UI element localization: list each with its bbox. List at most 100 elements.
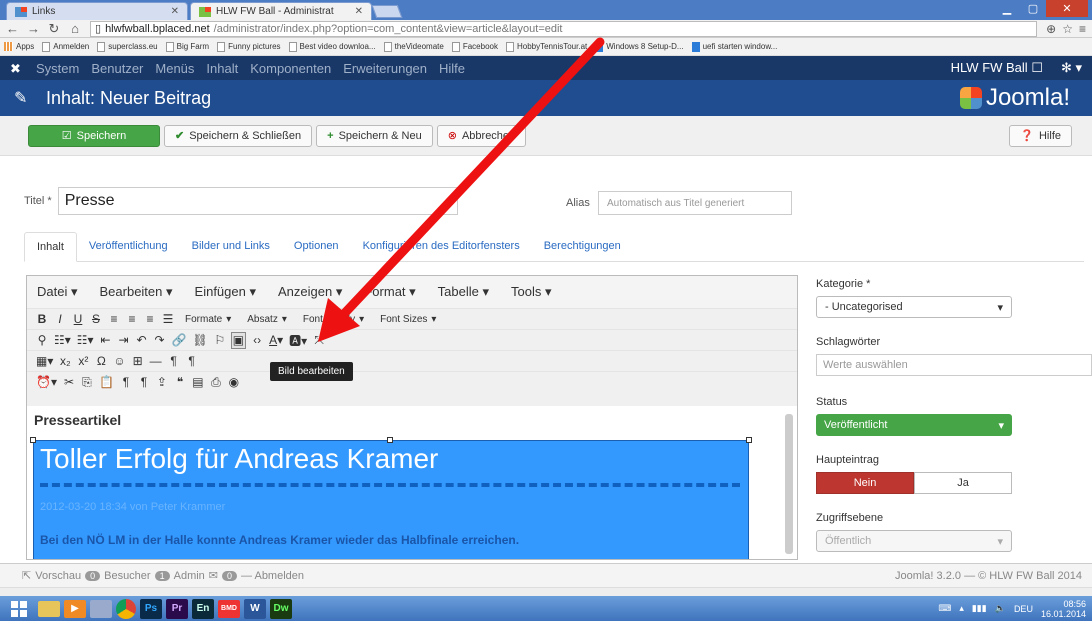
link-icon[interactable]: 🔗 (171, 332, 188, 349)
print-icon[interactable]: ⎙ (209, 374, 223, 391)
tab-images-links[interactable]: Bilder und Links (180, 231, 282, 261)
envelope-icon[interactable]: ✉ (209, 569, 218, 582)
superscript-icon[interactable]: x² (76, 353, 90, 370)
clock[interactable]: 08:56 16.01.2014 (1041, 599, 1086, 619)
bookmark[interactable]: superclass.eu (97, 41, 158, 52)
photoshop-icon[interactable]: Ps (140, 598, 162, 619)
windows-start-icon[interactable] (4, 598, 34, 620)
zoom-icon[interactable]: ⊕ (1046, 22, 1056, 36)
code-icon[interactable]: ‹› (250, 332, 264, 349)
bookmark-apps[interactable]: Apps (4, 42, 34, 51)
bookmark[interactable]: Anmelden (42, 41, 89, 52)
url-input[interactable]: ▯ hlwfwball.bplaced.net/administrator/in… (90, 20, 1038, 37)
bookmark[interactable]: Windows 8 Setup-D... (595, 41, 684, 52)
resize-handle[interactable] (30, 437, 36, 443)
site-link[interactable]: HLW FW Ball ☐ (951, 60, 1043, 76)
chrome-icon[interactable] (116, 598, 136, 619)
datetime-icon[interactable]: ⏰▾ (35, 374, 58, 391)
bookmark[interactable]: HobbyTennisTour.at (505, 41, 587, 52)
fullscreen-icon[interactable]: ⤧ (312, 332, 326, 349)
featured-yes-button[interactable]: Ja (914, 472, 1012, 494)
align-center-icon[interactable]: ≡ (125, 311, 139, 328)
nav-users[interactable]: Benutzer (91, 61, 143, 76)
browser-tab-admin[interactable]: HLW FW Ball - Administrat ✕ (190, 2, 372, 20)
explorer-icon[interactable] (38, 600, 60, 617)
title-input[interactable]: Presse (57, 187, 458, 215)
nav-extensions[interactable]: Erweiterungen (343, 61, 427, 76)
resize-handle[interactable] (387, 437, 393, 443)
preview-link[interactable]: Vorschau (35, 570, 81, 582)
forward-icon[interactable]: → (27, 21, 40, 36)
close-tab-icon[interactable]: ✕ (355, 6, 363, 17)
menu-tools[interactable]: Tools ▾ (511, 284, 552, 300)
unlink-icon[interactable]: ⛓ (192, 332, 209, 349)
text-color-icon[interactable]: A ▾ (268, 332, 284, 349)
bookmark[interactable]: Funny pictures (217, 41, 281, 52)
indent-icon[interactable]: ⇥ (117, 332, 131, 349)
bold-icon[interactable]: B (35, 311, 49, 328)
tags-input[interactable]: Werte auswählen (816, 354, 1092, 376)
save-close-button[interactable]: ✔ Speichern & Schließen (164, 124, 313, 147)
table-icon[interactable]: ▦▾ (35, 353, 54, 370)
menu-view[interactable]: Anzeigen ▾ (278, 284, 342, 300)
close-window-icon[interactable]: ✕ (1046, 0, 1088, 17)
close-tab-icon[interactable]: ✕ (171, 6, 179, 17)
volume-icon[interactable]: 🔈 (995, 603, 1006, 614)
menu-file[interactable]: Datei ▾ (37, 284, 78, 300)
copy-icon[interactable]: ⎘ (80, 374, 94, 391)
selected-content-block[interactable]: Toller Erfolg für Andreas Kramer 2012-03… (33, 440, 749, 559)
alias-input[interactable]: Automatisch aus Titel generiert (598, 191, 792, 215)
blockquote-icon[interactable]: ❝ (173, 374, 187, 391)
media-icon[interactable]: ⊞ (131, 353, 145, 370)
nav-content[interactable]: Inhalt (206, 61, 238, 76)
find-icon[interactable]: ⚲ (35, 332, 49, 349)
editor-content-area[interactable]: Presseartikel Toller Erfolg für Andreas … (27, 406, 797, 559)
encore-icon[interactable]: En (192, 598, 214, 619)
horizontal-scrollbar[interactable] (0, 587, 1092, 596)
anchor-icon[interactable]: ⚐ (213, 332, 227, 349)
bookmark[interactable]: Facebook (451, 41, 498, 52)
menu-table[interactable]: Tabelle ▾ (438, 284, 489, 300)
word-icon[interactable]: W (244, 598, 266, 619)
menu-format[interactable]: Format ▾ (364, 284, 415, 300)
minimize-icon[interactable]: ▁ (994, 0, 1020, 17)
nav-menus[interactable]: Menüs (155, 61, 194, 76)
align-left-icon[interactable]: ≡ (107, 311, 121, 328)
italic-icon[interactable]: I (53, 311, 67, 328)
browser-tab-links[interactable]: Links ✕ (6, 2, 188, 20)
bookmark[interactable]: Big Farm (165, 41, 209, 52)
dreamweaver-icon[interactable]: Dw (270, 598, 292, 619)
bookmark[interactable]: theVideomate (383, 41, 444, 52)
font-size-select[interactable]: Font Sizes ▾ (374, 311, 442, 328)
bmd-icon[interactable]: BMD (218, 599, 240, 618)
formats-select[interactable]: Formate ▾ (179, 311, 237, 328)
reload-icon[interactable]: ↻ (48, 21, 60, 37)
nav-components[interactable]: Komponenten (250, 61, 331, 76)
pilcrow-icon[interactable]: ¶ (119, 374, 133, 391)
category-select[interactable]: - Uncategorised ▾ (816, 296, 1012, 318)
horizontal-rule-icon[interactable]: — (149, 353, 163, 370)
keyboard-icon[interactable]: ⌨ (938, 603, 951, 614)
rtl-icon[interactable]: ¶ (185, 353, 199, 370)
bookmark[interactable]: uefi starten window... (691, 41, 777, 52)
nav-system[interactable]: System (36, 61, 79, 76)
tab-publishing[interactable]: Veröffentlichung (77, 231, 180, 261)
featured-no-button[interactable]: Nein (816, 472, 914, 494)
tab-content[interactable]: Inhalt (24, 232, 77, 262)
gear-icon[interactable]: ✻ ▾ (1061, 60, 1082, 76)
pilcrow-icon[interactable]: ¶ (137, 374, 151, 391)
editor-scrollbar[interactable] (785, 414, 793, 554)
back-icon[interactable]: ← (6, 21, 19, 36)
menu-edit[interactable]: Bearbeiten ▾ (100, 284, 173, 300)
cancel-button[interactable]: ⊗ Abbrechen (436, 124, 527, 147)
status-select[interactable]: Veröffentlicht ▾ (816, 414, 1012, 436)
tray-arrow-icon[interactable]: ▴ (959, 603, 964, 614)
joomla-logo-icon[interactable]: ✖ (10, 61, 26, 76)
special-char-icon[interactable]: Ω (94, 353, 108, 370)
paste-icon[interactable]: 📋 (98, 374, 115, 391)
undo-icon[interactable]: ↶ (135, 332, 149, 349)
paint-icon[interactable] (90, 599, 112, 618)
preview-icon[interactable]: ◉ (227, 374, 241, 391)
network-icon[interactable]: ▮▮▮ (972, 603, 987, 614)
language-indicator[interactable]: DEU (1014, 604, 1033, 614)
